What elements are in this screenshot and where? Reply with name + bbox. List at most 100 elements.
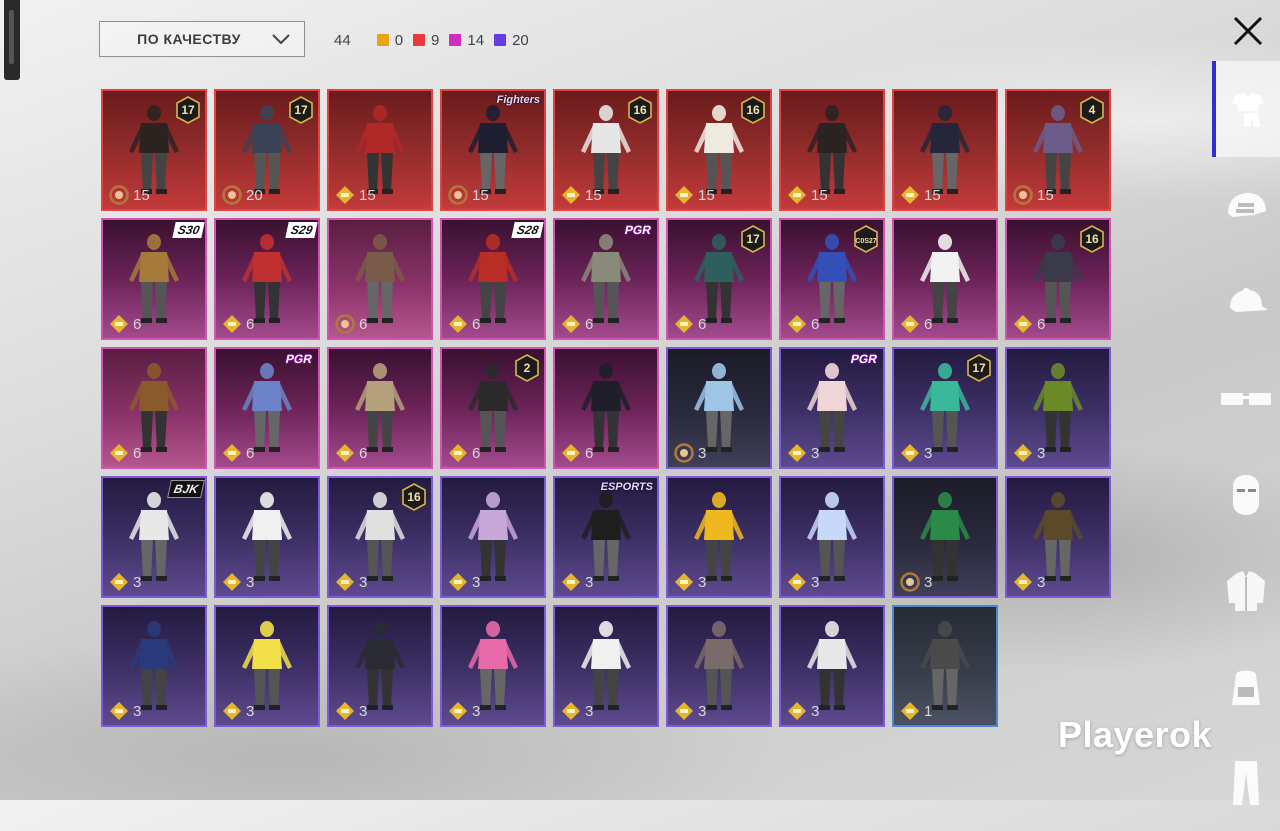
item-count: 3 bbox=[561, 701, 593, 721]
outfit-item-card[interactable]: 3 bbox=[666, 605, 772, 727]
outfit-item-card[interactable]: 4 15 bbox=[1005, 89, 1111, 211]
outfit-item-card[interactable]: 16 3 bbox=[327, 476, 433, 598]
item-count-value: 6 bbox=[133, 444, 142, 462]
currency-icon bbox=[336, 444, 354, 462]
item-count: 6 bbox=[900, 314, 932, 334]
outfit-item-card[interactable]: 6 bbox=[553, 347, 659, 469]
outfit-item-card[interactable]: 3 bbox=[440, 605, 546, 727]
outfit-item-card[interactable]: S28 6 bbox=[440, 218, 546, 340]
sort-dropdown-label: ПО КАЧЕСТВУ bbox=[137, 31, 241, 47]
currency-icon bbox=[675, 315, 693, 333]
outfit-item-card[interactable]: ESPORTS 3 bbox=[553, 476, 659, 598]
outfit-item-card[interactable]: 16 15 bbox=[666, 89, 772, 211]
outfit-item-card[interactable]: 6 bbox=[101, 347, 207, 469]
outfit-item-card[interactable]: 15 bbox=[892, 89, 998, 211]
item-count-value: 6 bbox=[472, 444, 481, 462]
outfit-item-card[interactable]: 15 bbox=[327, 89, 433, 211]
outfit-item-card[interactable]: 17 20 bbox=[214, 89, 320, 211]
outfit-item-card[interactable]: 1 bbox=[892, 605, 998, 727]
currency-icon bbox=[109, 185, 129, 205]
outfit-item-card[interactable]: 3 bbox=[214, 605, 320, 727]
outfit-item-card[interactable]: BJK 3 bbox=[101, 476, 207, 598]
tab-mask[interactable] bbox=[1212, 447, 1280, 543]
svg-text:2: 2 bbox=[524, 361, 531, 375]
outfit-item-card[interactable]: 6 bbox=[327, 347, 433, 469]
outfit-item-card[interactable]: 6 bbox=[892, 218, 998, 340]
outfit-item-card[interactable]: 3 bbox=[440, 476, 546, 598]
outfit-item-card[interactable]: S29 6 bbox=[214, 218, 320, 340]
currency-icon bbox=[675, 186, 693, 204]
item-count: 3 bbox=[900, 572, 932, 592]
item-count: 6 bbox=[222, 314, 254, 334]
currency-icon bbox=[1014, 573, 1032, 591]
outfit-item-card[interactable]: PGR 6 bbox=[214, 347, 320, 469]
outfit-item-card[interactable]: PGR 6 bbox=[553, 218, 659, 340]
currency-icon bbox=[223, 702, 241, 720]
quality-count-value: 14 bbox=[467, 31, 485, 49]
outfit-item-card[interactable]: 3 bbox=[101, 605, 207, 727]
glasses-icon bbox=[1221, 393, 1271, 405]
quality-swatch bbox=[376, 34, 389, 46]
outfit-item-card[interactable]: 3 bbox=[1005, 347, 1111, 469]
item-count-value: 3 bbox=[698, 573, 707, 591]
outfit-item-card[interactable]: 3 bbox=[327, 605, 433, 727]
currency-icon bbox=[336, 702, 354, 720]
item-count: 6 bbox=[448, 443, 480, 463]
tab-cap[interactable] bbox=[1212, 255, 1280, 351]
outfit-item-card[interactable]: 3 bbox=[666, 347, 772, 469]
outfit-item-card[interactable]: 17 6 bbox=[666, 218, 772, 340]
outfit-item-card[interactable]: 3 bbox=[1005, 476, 1111, 598]
outfit-item-card[interactable]: 17 15 bbox=[101, 89, 207, 211]
sort-dropdown[interactable]: ПО КАЧЕСТВУ bbox=[99, 21, 305, 57]
close-icon[interactable] bbox=[1227, 10, 1269, 52]
total-count: 44 bbox=[334, 31, 351, 49]
tab-outfit[interactable] bbox=[1212, 61, 1280, 157]
watermark: Playerok bbox=[1058, 714, 1213, 755]
tab-helmet[interactable] bbox=[1212, 159, 1280, 255]
outfit-item-card[interactable]: 17 3 bbox=[892, 347, 998, 469]
tab-pants[interactable] bbox=[1212, 735, 1280, 831]
outfit-item-card[interactable]: C0S27 6 bbox=[779, 218, 885, 340]
outfit-icon bbox=[1232, 93, 1264, 127]
outfit-item-card[interactable]: 3 bbox=[553, 605, 659, 727]
currency-icon bbox=[110, 573, 128, 591]
outfit-item-card[interactable]: 16 15 bbox=[553, 89, 659, 211]
item-count-value: 3 bbox=[924, 573, 933, 591]
outfit-item-card[interactable]: 16 6 bbox=[1005, 218, 1111, 340]
outfit-item-card[interactable]: 3 bbox=[779, 476, 885, 598]
level-badge-icon: 17 bbox=[176, 96, 200, 124]
outfit-item-card[interactable]: S30 6 bbox=[101, 218, 207, 340]
side-handle[interactable] bbox=[4, 0, 20, 80]
level-badge-icon: C0S27 bbox=[854, 225, 878, 253]
outfit-item-card[interactable]: Fighters 15 bbox=[440, 89, 546, 211]
item-count: 6 bbox=[335, 314, 367, 334]
outfit-item-card[interactable]: 6 bbox=[327, 218, 433, 340]
tab-backpack[interactable] bbox=[1212, 639, 1280, 735]
outfit-item-card[interactable]: 3 bbox=[779, 605, 885, 727]
item-count-value: 3 bbox=[359, 573, 368, 591]
outfit-item-card[interactable]: 3 bbox=[214, 476, 320, 598]
backpack-icon bbox=[1232, 670, 1260, 705]
chevron-down-icon bbox=[272, 34, 290, 45]
item-count-value: 1 bbox=[924, 702, 933, 720]
item-tag: ESPORTS bbox=[600, 481, 653, 493]
outfit-item-card[interactable]: 26 bbox=[440, 347, 546, 469]
outfit-item-card[interactable]: PGR 3 bbox=[779, 347, 885, 469]
level-badge-icon: 16 bbox=[628, 96, 652, 124]
item-count-value: 3 bbox=[1037, 573, 1046, 591]
item-count: 15 bbox=[674, 185, 715, 205]
item-count-value: 6 bbox=[1037, 315, 1046, 333]
item-count: 6 bbox=[561, 443, 593, 463]
currency-icon bbox=[110, 315, 128, 333]
item-count: 6 bbox=[787, 314, 819, 334]
currency-icon bbox=[1013, 185, 1033, 205]
item-count-value: 15 bbox=[1037, 186, 1054, 204]
tab-glasses[interactable] bbox=[1212, 351, 1280, 447]
outfit-item-card[interactable]: 3 bbox=[666, 476, 772, 598]
item-tag: S28 bbox=[510, 222, 544, 238]
tab-jacket[interactable] bbox=[1212, 543, 1280, 639]
item-count: 6 bbox=[448, 314, 480, 334]
outfit-item-card[interactable]: 15 bbox=[779, 89, 885, 211]
item-count-value: 3 bbox=[811, 702, 820, 720]
outfit-item-card[interactable]: 3 bbox=[892, 476, 998, 598]
